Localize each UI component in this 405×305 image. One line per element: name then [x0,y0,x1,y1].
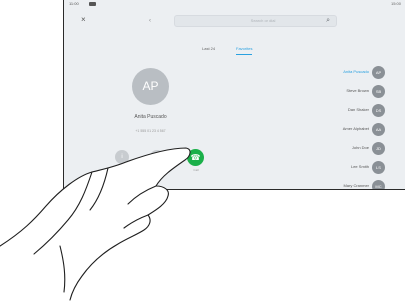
status-bar: 11:00 15:00 [64,0,405,10]
favorite-name: Steve Brown [346,88,369,93]
search-field[interactable]: Search or dial ⌕ [174,15,337,27]
favorite-row[interactable]: Anita Puscado AP [264,66,404,80]
favorite-avatar: JD [372,142,385,155]
video-label: Video [153,168,161,172]
favorite-avatar: DS [372,104,385,117]
favorite-avatar: AA [372,123,385,136]
contact-name: Anita Puscado [134,114,167,120]
info-icon: i [121,154,123,160]
contact-number: +1 555 01 23 4 567 [135,129,166,133]
favorite-name: Lee Smith [350,164,369,169]
close-button[interactable]: × [81,14,86,26]
favorite-name: Anita Puscado [343,69,369,74]
status-time: 11:00 [69,1,79,6]
favorite-avatar: SB [372,85,385,98]
device-screen: 11:00 15:00 × ‹ Search or dial ⌕ Last 24… [63,0,405,190]
phone-icon: ☎ [190,153,201,162]
favorite-row[interactable]: John Doe JD [264,142,404,156]
chevron-left-icon[interactable]: ‹ [149,16,151,26]
info-button[interactable]: i [115,150,129,164]
favorite-name: John Doe [351,145,369,150]
favorite-name: Amer Alphabet [342,126,369,131]
call-label: Call [193,168,199,172]
favorite-row[interactable]: Dan Shaker DS [264,104,404,118]
tab-favorites[interactable]: Favorites [236,45,253,55]
favorite-row[interactable]: Lee Smith LS [264,161,404,175]
header: × ‹ Search or dial ⌕ [64,11,405,31]
avatar: AP [132,68,169,105]
favorite-avatar: LS [372,161,385,174]
video-icon: ■ [155,154,159,160]
favorite-name: Dan Shaker [347,107,369,112]
favorite-row[interactable]: Steve Brown SB [264,85,404,99]
search-input[interactable]: Search or dial [215,18,311,24]
favorite-avatar: MC [372,180,385,189]
favorite-name: Mary Cranmer [343,183,369,188]
call-button[interactable]: ☎ [187,149,204,166]
favorite-row[interactable]: Amer Alphabet AA [264,123,404,137]
video-button[interactable]: ■ [150,150,164,164]
favorite-avatar: AP [372,66,385,79]
tab-last-24[interactable]: Last 24 [202,45,215,53]
favorite-row[interactable]: Mary Cranmer MC [264,180,404,189]
screen-share-icon [89,2,96,6]
info-label: Info [119,168,125,172]
search-icon[interactable]: ⌕ [326,17,330,25]
status-clock: 15:00 [390,1,401,6]
